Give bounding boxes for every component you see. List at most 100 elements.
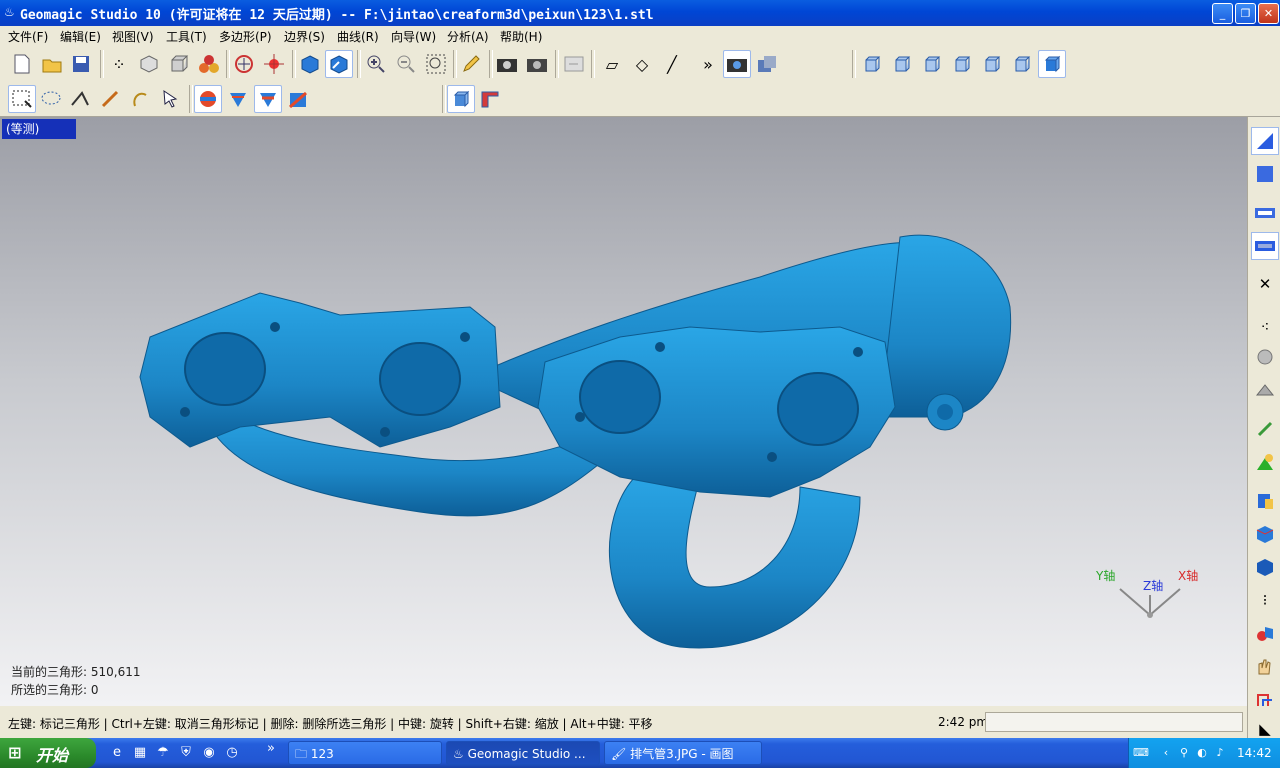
solid-cube-icon[interactable] — [1251, 520, 1279, 548]
custom-select-icon[interactable] — [126, 85, 154, 113]
hand-icon[interactable] — [1251, 652, 1279, 680]
volume-icon[interactable]: ♪ — [1213, 746, 1227, 760]
zoom-out-icon[interactable] — [392, 50, 420, 78]
view-iso-icon[interactable] — [1038, 50, 1066, 78]
menu-tools[interactable]: 工具(T) — [166, 28, 207, 45]
line-select-icon[interactable] — [66, 85, 94, 113]
feature-icon[interactable] — [1251, 415, 1279, 443]
camera-icon[interactable] — [493, 50, 521, 78]
delete-icon[interactable]: ✕ — [1251, 270, 1279, 298]
pencil-icon[interactable] — [457, 50, 485, 78]
center-icon[interactable] — [260, 50, 288, 78]
menu-view[interactable]: 视图(V) — [112, 28, 154, 45]
menu-file[interactable]: 文件(F) — [8, 28, 48, 45]
select-color-icon[interactable] — [284, 85, 312, 113]
box-icon[interactable] — [165, 50, 193, 78]
pen-icon[interactable]: ╱ — [658, 50, 686, 78]
mesh-icon[interactable] — [135, 50, 163, 78]
menu-boundary[interactable]: 边界(S) — [284, 28, 325, 45]
plane-cut-icon[interactable]: ▱ — [598, 50, 626, 78]
panel-toggle-icon[interactable] — [1251, 127, 1279, 155]
points-icon[interactable]: ⁘ — [105, 50, 133, 78]
status-time: 2:42 pm — [938, 715, 989, 729]
exhaust-manifold-model — [139, 234, 1012, 649]
close-button[interactable]: ✕ — [1258, 3, 1279, 24]
desktop-icon[interactable]: ▦ — [131, 744, 149, 762]
point-cloud-icon[interactable]: ⁖ — [1251, 313, 1279, 341]
save-icon[interactable] — [67, 50, 95, 78]
export-icon[interactable] — [560, 50, 588, 78]
keyboard-icon[interactable]: ⌨ — [1133, 746, 1149, 760]
shapes-icon[interactable] — [1251, 448, 1279, 476]
selection-toolbar — [0, 82, 1280, 117]
zoom-fit-icon[interactable] — [422, 50, 450, 78]
rotate-icon[interactable] — [230, 50, 258, 78]
view-top-icon[interactable] — [978, 50, 1006, 78]
view-right-icon[interactable] — [948, 50, 976, 78]
menu-edit[interactable]: 编辑(E) — [60, 28, 101, 45]
network-icon[interactable]: ⚲ — [1177, 746, 1191, 760]
maximize-button[interactable]: ❐ — [1235, 3, 1256, 24]
task-geomagic[interactable]: ♨ Geomagic Studio ... — [446, 741, 600, 765]
solid-blue-cube-icon[interactable] — [1251, 553, 1279, 581]
taskbar: ⊞ 开始 e ▦ ☂ ⛨ ◉ ◷ » 🗀 123 ♨ Geomagic Stud… — [0, 738, 1280, 768]
curve-icon[interactable] — [1251, 685, 1279, 713]
media-icon[interactable]: ◉ — [200, 744, 218, 762]
mesh-doctor-icon[interactable] — [1251, 376, 1279, 404]
ie-icon[interactable]: e — [108, 744, 126, 762]
section-view-icon[interactable] — [476, 85, 504, 113]
dots-icon[interactable]: ⁝ — [1251, 586, 1279, 614]
view-back-icon[interactable] — [888, 50, 916, 78]
windows-icon[interactable] — [753, 50, 781, 78]
menu-polygon[interactable]: 多边形(P) — [219, 28, 272, 45]
sphere-icon[interactable] — [1251, 343, 1279, 371]
shield-icon[interactable]: ⛨ — [177, 744, 195, 762]
app-icon[interactable]: ♨ — [4, 5, 15, 19]
umbrella-icon[interactable]: ☂ — [154, 744, 172, 762]
shaded-view-icon[interactable] — [447, 85, 475, 113]
menu-curve[interactable]: 曲线(R) — [337, 28, 379, 45]
task-label: Geomagic Studio ... — [467, 747, 586, 761]
tray-clock[interactable]: 14:42 — [1237, 746, 1272, 760]
lasso-select-icon[interactable] — [37, 85, 65, 113]
quicklaunch-more-icon[interactable]: » — [262, 740, 280, 758]
clock-icon[interactable]: ◷ — [223, 744, 241, 762]
minimize-button[interactable]: _ — [1212, 3, 1233, 24]
zoom-in-icon[interactable] — [362, 50, 390, 78]
new-file-icon[interactable] — [8, 50, 36, 78]
task-folder-123[interactable]: 🗀 123 — [288, 741, 442, 765]
view-bottom-icon[interactable] — [1008, 50, 1036, 78]
security-icon[interactable]: ◐ — [1195, 746, 1209, 760]
start-button[interactable]: ⊞ 开始 — [0, 738, 96, 768]
geomagic-icon: ♨ — [453, 747, 464, 761]
select-backface-icon[interactable] — [254, 85, 282, 113]
toolbar-overflow-icon[interactable]: » — [694, 50, 722, 78]
task-label: 排气管3.JPG - 画图 — [630, 747, 734, 761]
view-left-icon[interactable] — [918, 50, 946, 78]
panel-flat-icon[interactable] — [1251, 160, 1279, 188]
task-paint[interactable]: 🖌 排气管3.JPG - 画图 — [604, 741, 762, 765]
panel-stack-icon[interactable] — [1251, 199, 1279, 227]
brush-select-icon[interactable] — [96, 85, 124, 113]
pointer-select-icon[interactable] — [157, 85, 185, 113]
cube-select-icon[interactable] — [325, 50, 353, 78]
view-front-icon[interactable] — [858, 50, 886, 78]
camera-list-icon[interactable] — [523, 50, 551, 78]
open-file-icon[interactable] — [38, 50, 66, 78]
primitives-icon[interactable] — [1251, 619, 1279, 647]
menu-wizard[interactable]: 向导(W) — [391, 28, 436, 45]
snapshot-icon[interactable] — [723, 50, 751, 78]
main-toolbar: ⁘ ▱ ◇ ╱ » — [0, 46, 1280, 83]
menu-analysis[interactable]: 分析(A) — [447, 28, 489, 45]
panel-list-icon[interactable] — [1251, 232, 1279, 260]
menu-help[interactable]: 帮助(H) — [500, 28, 542, 45]
tray-expand-icon[interactable]: ‹ — [1159, 746, 1173, 760]
select-through-icon[interactable] — [224, 85, 252, 113]
cube-view-icon[interactable] — [296, 50, 324, 78]
select-visible-icon[interactable] — [194, 85, 222, 113]
plane-icon[interactable]: ◇ — [628, 50, 656, 78]
rect-select-icon[interactable] — [8, 85, 36, 113]
3d-viewport[interactable]: (等测) 当前的三角形: 510,611 所选的三角形: 0 Y轴 Z轴 X轴 — [0, 117, 1247, 706]
fill-icon[interactable] — [1251, 487, 1279, 515]
group-icon[interactable] — [195, 50, 223, 78]
